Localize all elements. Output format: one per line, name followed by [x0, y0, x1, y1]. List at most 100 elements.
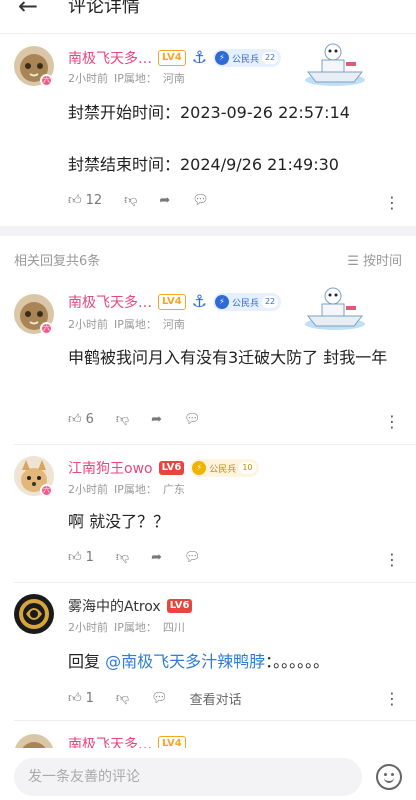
comment-button[interactable]: 💬︎ [184, 412, 201, 427]
back-arrow-icon[interactable]: ← [18, 0, 38, 20]
view-conversation-link[interactable]: 查看对话 [190, 689, 242, 708]
thumbs-down-icon: 👎︎ [115, 691, 130, 706]
share-arrow-icon: ➦ [151, 412, 162, 427]
username[interactable]: 江南狗王owo [68, 458, 153, 478]
sort-button[interactable]: ☰ 按时间 [347, 250, 402, 269]
like-count: 1 [85, 550, 94, 565]
medal-label: 公民兵 [231, 298, 259, 309]
divider [14, 582, 416, 583]
comment-button[interactable]: 💬︎ [192, 193, 209, 208]
atrox-avatar-icon [14, 594, 54, 634]
comment-meta: 2小时前 IP属地： 河南 [68, 70, 191, 86]
level-badge: LV6 [158, 461, 185, 475]
avatar-badge-icon: 六 [40, 74, 53, 87]
comment-button[interactable]: 💬︎ [184, 550, 201, 565]
more-options-icon[interactable]: ⋮ [384, 193, 400, 212]
replies-header: 相关回复共6条 ☰ 按时间 [0, 248, 416, 270]
more-options-icon[interactable]: ⋮ [384, 412, 400, 431]
reply-text: 回复 @南极飞天多汁辣鸭脖：。。。。。。 [68, 649, 400, 675]
like-button[interactable]: 👍︎ 12 [68, 193, 102, 208]
top-bar: ← 评论详情 [0, 0, 416, 34]
dislike-button[interactable]: 👎︎ [124, 193, 137, 208]
comment-meta: 2小时前 IP属地： 河南 [68, 316, 191, 332]
ip-location: 河南 [162, 72, 185, 85]
ban-end-text: 封禁结束时间：2024/9/26 21:49:30 [68, 155, 339, 174]
reply-count: 相关回复共6条 [14, 254, 101, 269]
speech-bubble-icon: 💬︎ [151, 691, 168, 706]
thumbs-down-icon: 👎︎ [115, 412, 130, 427]
sort-label: 按时间 [362, 254, 402, 269]
timestamp: 2小时前 [68, 72, 108, 85]
speech-bubble-icon: 💬︎ [183, 412, 201, 427]
ip-location: 广东 [162, 483, 185, 496]
ban-start-text: 封禁开始时间：2023-09-26 22:57:14 [68, 103, 350, 122]
like-button[interactable]: 👍︎ 1 [68, 691, 94, 706]
dislike-button[interactable]: 👎︎ [116, 691, 129, 706]
medal-badge[interactable]: ⚡ 公民兵 10 [190, 459, 259, 477]
username[interactable]: 雾海中的Atrox [68, 596, 161, 616]
mention-link[interactable]: @南极飞天多汁辣鸭脖 [105, 652, 265, 671]
section-divider [0, 226, 416, 236]
avatar[interactable] [14, 594, 54, 634]
timestamp: 2小时前 [68, 621, 108, 634]
ship-mascot-icon [305, 43, 365, 86]
comment-input-bar [0, 748, 416, 800]
ip-label: IP属地： [114, 318, 157, 331]
like-button[interactable]: 👍︎ 1 [68, 550, 94, 565]
medal-label: 公民兵 [209, 464, 237, 475]
avatar-badge-icon: 六 [40, 484, 53, 497]
thumbs-up-icon: 👍︎ [68, 412, 82, 427]
ip-label: IP属地： [114, 621, 157, 634]
level-badge: LV4 [158, 50, 186, 66]
timestamp: 2小时前 [68, 483, 108, 496]
medal-number: 22 [261, 296, 279, 308]
comment-input[interactable] [14, 758, 362, 796]
level-badge: LV6 [166, 599, 193, 613]
more-options-icon[interactable]: ⋮ [384, 689, 400, 708]
dislike-button[interactable]: 👎︎ [116, 412, 129, 427]
reply-body: ：。。。。。。 [265, 652, 330, 671]
avatar-badge-icon: 六 [40, 322, 53, 335]
ip-label: IP属地： [114, 483, 157, 496]
medal-badge[interactable]: ⚡ 公民兵 22 [212, 293, 282, 311]
lightning-icon: ⚡ [192, 461, 207, 475]
reply-text: 申鹤被我问月入有没有3迁破大防了 封我一年 [68, 348, 388, 367]
thumbs-up-icon: 👍︎ [68, 193, 82, 208]
speech-bubble-icon: 💬︎ [192, 193, 209, 208]
share-arrow-icon: ➦ [151, 550, 162, 565]
medal-number: 22 [261, 52, 279, 64]
medal-label: 公民兵 [231, 54, 259, 65]
comment-button[interactable]: 💬︎ [151, 691, 168, 706]
speech-bubble-icon: 💬︎ [183, 550, 201, 565]
medal-badge[interactable]: ⚡ 公民兵 22 [212, 49, 282, 67]
like-button[interactable]: 👍︎ 6 [68, 412, 94, 427]
thumbs-up-icon: 👍︎ [68, 550, 82, 565]
like-count: 1 [85, 691, 94, 706]
anchor-icon: ⚓ [191, 292, 207, 312]
ip-location: 河南 [162, 318, 185, 331]
timestamp: 2小时前 [68, 318, 108, 331]
username[interactable]: 南极飞天多… [68, 292, 152, 312]
dislike-button[interactable]: 👎︎ [116, 550, 129, 565]
share-button[interactable]: ➦ [151, 412, 162, 427]
ship-mascot-icon [305, 287, 365, 330]
thumbs-down-icon: 👎︎ [124, 193, 138, 208]
share-button[interactable]: ➦ [151, 550, 162, 565]
more-options-icon[interactable]: ⋮ [384, 550, 400, 569]
divider [14, 444, 416, 445]
divider [14, 720, 416, 721]
ip-label: IP属地： [114, 72, 157, 85]
lightning-icon: ⚡ [214, 51, 229, 65]
sort-lines-icon: ☰ [347, 254, 363, 269]
lightning-icon: ⚡ [214, 295, 229, 309]
username[interactable]: 南极飞天多… [68, 48, 152, 68]
share-arrow-icon: ➦ [159, 193, 171, 208]
emoji-icon[interactable] [376, 764, 402, 790]
thumbs-down-icon: 👎︎ [115, 550, 130, 565]
medal-number: 10 [239, 462, 256, 474]
ip-location: 四川 [162, 621, 185, 634]
thumbs-up-icon: 👍︎ [68, 691, 82, 706]
share-button[interactable]: ➦ [159, 193, 170, 208]
page-title: 评论详情 [68, 0, 140, 17]
reply-text: 啊 就没了？？ [68, 512, 170, 531]
